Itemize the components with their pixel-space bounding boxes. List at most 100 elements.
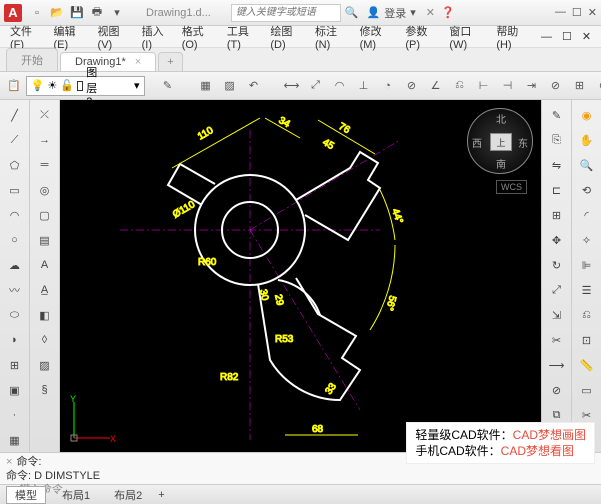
layer-props-icon[interactable]: 📋: [6, 75, 22, 97]
scale-icon[interactable]: ⤢: [545, 279, 569, 301]
view-compass[interactable]: 北 南 东 西 上: [467, 108, 533, 174]
dim-linear-icon[interactable]: ⟷: [281, 75, 303, 97]
copy-icon[interactable]: ⎘: [545, 129, 569, 151]
donut-icon[interactable]: ◎: [33, 179, 57, 201]
group-icon[interactable]: ⊡: [575, 329, 599, 351]
menu-file[interactable]: 文件(F): [6, 23, 47, 51]
polygon-icon[interactable]: ⬠: [3, 154, 27, 176]
arc-icon[interactable]: ◠: [3, 204, 27, 226]
gradient-icon[interactable]: ◧: [33, 304, 57, 326]
print-icon[interactable]: 🖶: [88, 4, 106, 22]
menu-insert[interactable]: 插入(I): [138, 23, 176, 51]
viewcube-top[interactable]: 上: [490, 133, 512, 151]
rotate-icon[interactable]: ↻: [545, 254, 569, 276]
text-icon[interactable]: A: [33, 254, 57, 276]
measure-icon[interactable]: 📏: [575, 354, 599, 376]
dim-baseline-icon[interactable]: ⊢: [473, 75, 495, 97]
tab-new[interactable]: +: [158, 52, 182, 71]
menu-format[interactable]: 格式(O): [178, 23, 221, 51]
trim-icon[interactable]: ✂: [545, 329, 569, 351]
offset-icon[interactable]: ⊏: [545, 179, 569, 201]
wipeout-icon[interactable]: ▨: [33, 354, 57, 376]
doc-minimize-icon[interactable]: —: [537, 31, 556, 43]
dim-angle-icon[interactable]: ∠: [425, 75, 447, 97]
ellipse-arc-icon[interactable]: ◗: [3, 329, 27, 351]
wcs-label[interactable]: WCS: [496, 180, 527, 194]
point-icon[interactable]: ·: [3, 404, 27, 426]
spline-icon[interactable]: 〰: [3, 279, 27, 301]
rect-icon[interactable]: ▭: [3, 179, 27, 201]
login-dropdown-icon[interactable]: ▾: [410, 6, 416, 19]
orbit-icon[interactable]: ⟲: [575, 179, 599, 201]
menu-param[interactable]: 参数(P): [401, 23, 443, 51]
status-layout1-tab[interactable]: 布局1: [54, 487, 98, 503]
dim-radius-icon[interactable]: ◔: [377, 75, 399, 97]
menu-window[interactable]: 窗口(W): [445, 23, 490, 51]
select-icon[interactable]: ▭: [575, 379, 599, 401]
doc-close-icon[interactable]: ✕: [578, 30, 595, 43]
menu-view[interactable]: 视图(V): [94, 23, 136, 51]
array-icon[interactable]: ⊞: [545, 204, 569, 226]
break-icon[interactable]: ⊘: [545, 379, 569, 401]
drawing-canvas[interactable]: 110 34 76 45 Ø110 R60 30 29 R53 R82 33 6…: [60, 100, 541, 452]
new-icon[interactable]: ▫: [28, 4, 46, 22]
helix-icon[interactable]: §: [33, 379, 57, 401]
dim-tol-icon[interactable]: ⊞: [569, 75, 591, 97]
circle-icon[interactable]: ○: [3, 229, 27, 251]
menu-modify[interactable]: 修改(M): [356, 23, 400, 51]
layer-iso-icon[interactable]: ▨: [219, 75, 241, 97]
layer-states-icon[interactable]: ▦: [195, 75, 217, 97]
ellipse-icon[interactable]: ⬭: [3, 304, 27, 326]
qat-dropdown-icon[interactable]: ▾: [108, 4, 126, 22]
search-icon[interactable]: 🔍: [345, 6, 359, 19]
dim-break-icon[interactable]: ⊘: [545, 75, 567, 97]
tab-close-icon[interactable]: ×: [135, 56, 141, 68]
menu-tools[interactable]: 工具(T): [223, 23, 264, 51]
boundary-icon[interactable]: ◊: [33, 329, 57, 351]
cmd-handle-icon[interactable]: ×: [6, 455, 12, 469]
props-icon[interactable]: ☰: [575, 279, 599, 301]
layer-match-icon[interactable]: ✎: [157, 75, 179, 97]
dim-continue-icon[interactable]: ⊣: [497, 75, 519, 97]
dim-space-icon[interactable]: ⇥: [521, 75, 543, 97]
search-input[interactable]: [231, 4, 341, 22]
block-icon[interactable]: ▣: [3, 379, 27, 401]
layer-selector[interactable]: 💡 ☀ 🔓 图层2 ▾: [26, 76, 145, 96]
login-area[interactable]: 👤 登录 ▾: [367, 5, 416, 21]
save-icon[interactable]: 💾: [68, 4, 86, 22]
extend-icon[interactable]: ⟶: [545, 354, 569, 376]
close-icon[interactable]: ✕: [588, 6, 597, 19]
pan-icon[interactable]: ✋: [575, 129, 599, 151]
zoom-icon[interactable]: 🔍: [575, 154, 599, 176]
dim-ord-icon[interactable]: ⊥: [353, 75, 375, 97]
menu-help[interactable]: 帮助(H): [492, 23, 535, 51]
align-icon[interactable]: ⊫: [575, 254, 599, 276]
help-icon[interactable]: ❓: [441, 6, 455, 19]
dim-quick-icon[interactable]: ⎌: [449, 75, 471, 97]
dim-diam-icon[interactable]: ⊘: [401, 75, 423, 97]
erase-icon[interactable]: ✎: [545, 104, 569, 126]
menu-dim[interactable]: 标注(N): [311, 23, 354, 51]
status-layout2-tab[interactable]: 布局2: [106, 487, 150, 503]
table-icon[interactable]: ▤: [33, 229, 57, 251]
stretch-icon[interactable]: ⇲: [545, 304, 569, 326]
dim-center-icon[interactable]: ⊕: [593, 75, 601, 97]
dim-aligned-icon[interactable]: ⤢: [305, 75, 327, 97]
nav-icon[interactable]: ◉: [575, 104, 599, 126]
ray-icon[interactable]: →: [33, 129, 57, 151]
line-icon[interactable]: ╱: [3, 104, 27, 126]
hatch-icon[interactable]: ▦: [3, 429, 27, 451]
region-icon[interactable]: ▢: [33, 204, 57, 226]
maximize-icon[interactable]: ☐: [572, 6, 582, 19]
fillet-icon[interactable]: ◜: [575, 204, 599, 226]
layer-prev-icon[interactable]: ↶: [243, 75, 265, 97]
tab-start[interactable]: 开始: [6, 48, 58, 71]
dim-arc-icon[interactable]: ◠: [329, 75, 351, 97]
status-add-layout-icon[interactable]: +: [158, 489, 164, 501]
mirror-icon[interactable]: ⇋: [545, 154, 569, 176]
move-icon[interactable]: ✥: [545, 229, 569, 251]
explode-icon[interactable]: ✧: [575, 229, 599, 251]
pline-icon[interactable]: ⟋: [3, 129, 27, 151]
mline-icon[interactable]: ═: [33, 154, 57, 176]
app-logo[interactable]: A: [4, 4, 22, 22]
